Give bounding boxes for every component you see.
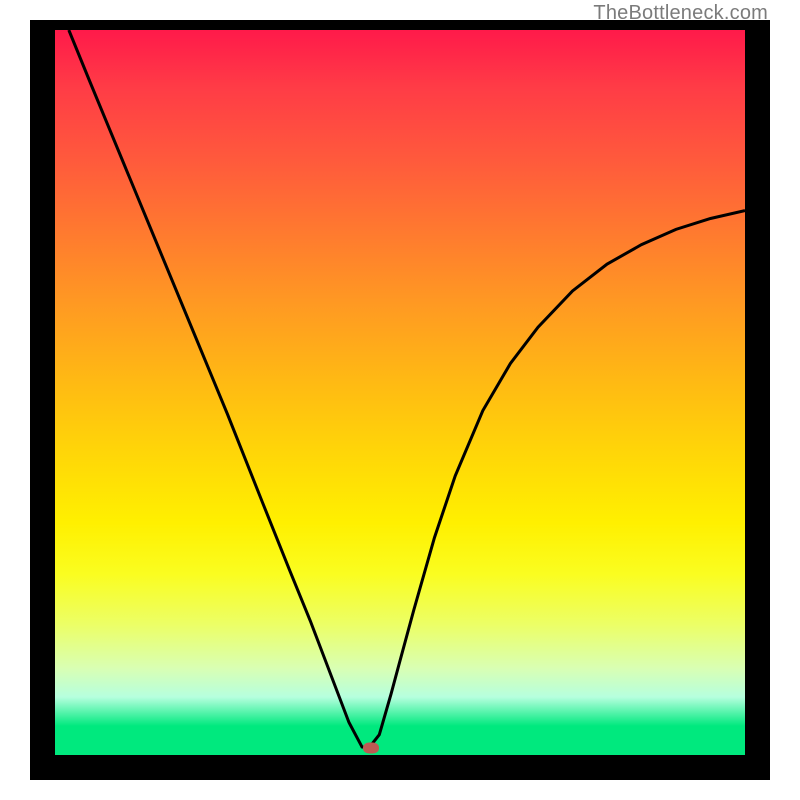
chart-frame	[30, 20, 770, 780]
curve-svg	[55, 30, 745, 755]
curve-line	[69, 30, 745, 748]
minimum-marker	[363, 743, 379, 754]
chart-stage: TheBottleneck.com	[0, 0, 800, 800]
plot-area	[55, 30, 745, 755]
